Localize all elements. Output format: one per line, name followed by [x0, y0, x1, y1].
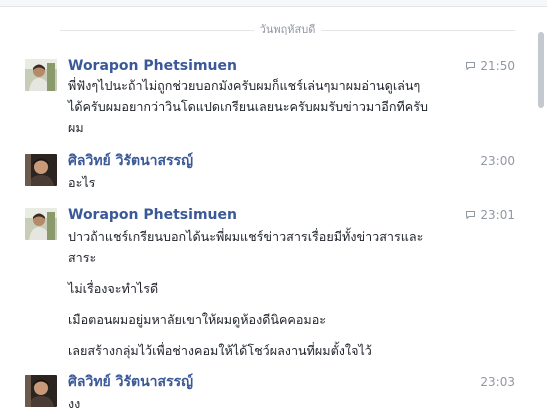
message-body: พี่ฟังๆไปนะถ้าไม่ถูกช่วยบอกมังครับผมก็แช… — [68, 75, 488, 138]
message-line: ไม่เรื่องจะทำไรดี — [68, 281, 159, 296]
message-line: งง — [68, 396, 81, 411]
message-time: 23:03 — [480, 375, 515, 389]
sender-name[interactable]: ศิลวิทย์ วิรัตนาสรรญ์ — [68, 152, 193, 170]
message-line: ผม — [68, 120, 84, 135]
avatar-photo-silawit — [25, 375, 57, 407]
message-meta: 23:01 — [466, 206, 515, 224]
avatar[interactable] — [25, 208, 57, 240]
message-group: Worapon Phetsimuen 21:50 พี่ฟังๆไปนะถ้าไ… — [25, 57, 520, 139]
reply-icon — [466, 62, 476, 70]
sender-name[interactable]: Worapon Phetsimuen — [68, 57, 237, 75]
sender-name[interactable]: ศิลวิทย์ วิรัตนาสรรญ์ — [68, 373, 193, 391]
message-line: สาระ — [68, 250, 97, 265]
message-body: ปาวถ้าแชร์เกรียนบอกได้นะพี่ผมแชร์ข่าวสาร… — [68, 226, 488, 361]
message-body: งง — [68, 393, 488, 414]
message-meta: 21:50 — [466, 57, 515, 75]
message-group: ศิลวิทย์ วิรัตนาสรรญ์ 23:03 งง — [25, 373, 520, 419]
scrollbar[interactable] — [537, 24, 545, 419]
message-meta: 23:00 — [480, 152, 515, 170]
date-separator-label: วันพฤหัสบดี — [253, 22, 322, 38]
message-meta: 23:03 — [480, 373, 515, 391]
sender-name[interactable]: Worapon Phetsimuen — [68, 206, 237, 224]
date-separator: วันพฤหัสบดี — [60, 22, 515, 38]
message-time: 21:50 — [480, 59, 515, 73]
message-thread: วันพฤหัสบดี Worapon Phetsimuen 21:50 พี่… — [0, 0, 547, 419]
avatar[interactable] — [25, 59, 57, 91]
message-line: เลยสร้างกลุ่มไว้เพื่อช่างคอมให้ได้โชว์ผล… — [68, 343, 372, 358]
message-group: Worapon Phetsimuen 23:01 ปาวถ้าแชร์เกรีย… — [25, 206, 520, 366]
message-time: 23:00 — [480, 154, 515, 168]
avatar-photo-silawit — [25, 154, 57, 186]
message-body: อะไร — [68, 172, 488, 193]
message-line: พี่ฟังๆไปนะถ้าไม่ถูกช่วยบอกมังครับผมก็แช… — [68, 78, 421, 93]
message-line: ปาวถ้าแชร์เกรียนบอกได้นะพี่ผมแชร์ข่าวสาร… — [68, 229, 424, 244]
thread-top-border — [0, 0, 547, 7]
scrollbar-thumb[interactable] — [538, 32, 544, 108]
avatar-photo-worapon — [25, 208, 57, 240]
reply-icon — [466, 211, 476, 219]
avatar-photo-worapon — [25, 59, 57, 91]
avatar[interactable] — [25, 154, 57, 186]
message-line: เมือตอนผมอยู่มหาลัยเขาให้ผมดูห้องดีนิคคอ… — [68, 312, 327, 327]
message-line: อะไร — [68, 175, 96, 190]
avatar[interactable] — [25, 375, 57, 407]
message-time: 23:01 — [480, 208, 515, 222]
message-line: ได้ครับผมอยากว่าวินโดแปดเกรียนเลยนะครับผ… — [68, 99, 428, 114]
message-group: ศิลวิทย์ วิรัตนาสรรญ์ 23:00 อะไร — [25, 152, 520, 192]
